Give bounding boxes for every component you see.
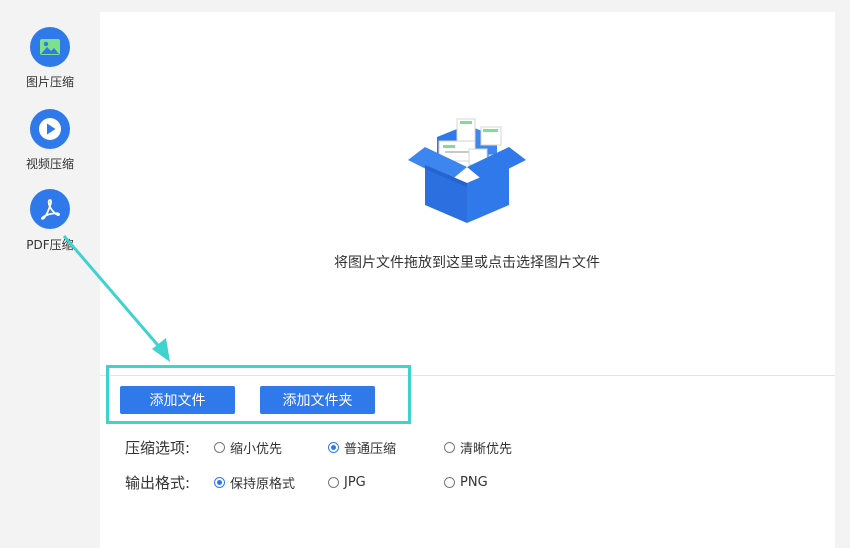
radio-circle[interactable] xyxy=(444,476,455,488)
sidebar: 图片压缩 视频压缩 PDF压缩 xyxy=(0,0,100,548)
radio-jpg[interactable]: JPG xyxy=(328,475,366,490)
open-box-icon xyxy=(408,118,526,223)
sidebar-item-label: 视频压缩 xyxy=(25,157,74,171)
radio-clarity-first[interactable]: 清晰优先 xyxy=(444,438,512,457)
sidebar-item-video-compress[interactable]: 视频压缩 xyxy=(0,109,100,172)
radio-circle[interactable] xyxy=(444,441,455,453)
radio-circle[interactable] xyxy=(214,441,225,453)
radio-label: 清晰优先 xyxy=(460,441,513,457)
pdf-icon xyxy=(30,189,70,229)
sidebar-item-label: 图片压缩 xyxy=(25,75,74,89)
main-panel: 将图片文件拖放到这里或点击选择图片文件 添加文件 添加文件夹 压缩选项: 缩小优… xyxy=(100,12,835,548)
drop-zone[interactable]: 将图片文件拖放到这里或点击选择图片文件 xyxy=(100,12,835,376)
highlight-frame xyxy=(106,365,411,424)
output-format-label: 输出格式: xyxy=(125,473,191,492)
play-icon xyxy=(30,109,70,149)
compression-options-label: 压缩选项: xyxy=(125,438,191,457)
radio-label: JPG xyxy=(344,474,366,490)
radio-normal-compress[interactable]: 普通压缩 xyxy=(328,438,396,457)
sidebar-item-pdf-compress[interactable]: PDF压缩 xyxy=(0,189,100,253)
drop-instruction: 将图片文件拖放到这里或点击选择图片文件 xyxy=(334,255,600,271)
radio-label: 缩小优先 xyxy=(230,441,283,457)
radio-circle[interactable] xyxy=(214,476,225,488)
radio-png[interactable]: PNG xyxy=(444,475,488,490)
sidebar-item-label: PDF压缩 xyxy=(26,238,74,252)
radio-circle[interactable] xyxy=(328,441,339,453)
radio-shrink-first[interactable]: 缩小优先 xyxy=(214,438,282,457)
radio-keep-format[interactable]: 保持原格式 xyxy=(214,473,295,492)
radio-label: 普通压缩 xyxy=(344,441,397,457)
image-icon xyxy=(30,27,70,67)
radio-label: 保持原格式 xyxy=(230,476,296,492)
radio-label: PNG xyxy=(460,474,488,490)
radio-circle[interactable] xyxy=(328,476,339,488)
sidebar-item-image-compress[interactable]: 图片压缩 xyxy=(0,27,100,90)
